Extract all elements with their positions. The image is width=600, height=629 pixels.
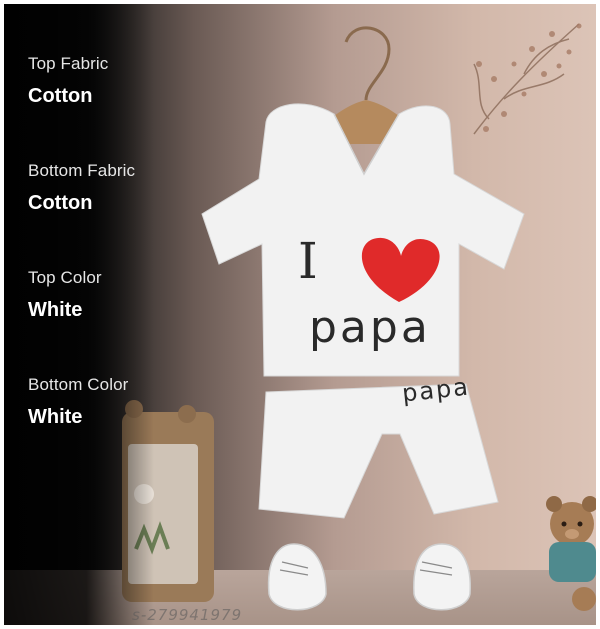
teddy-bear bbox=[546, 496, 596, 611]
spec-bottom-color: Bottom Color White bbox=[28, 375, 128, 429]
spec-label: Top Color bbox=[28, 268, 102, 287]
spec-top-color: Top Color White bbox=[28, 268, 102, 322]
shoes bbox=[267, 543, 471, 611]
spec-label: Bottom Fabric bbox=[28, 161, 136, 180]
spec-bottom-fabric: Bottom Fabric Cotton bbox=[28, 161, 135, 215]
spec-value: Cotton bbox=[28, 192, 93, 214]
spec-value: White bbox=[28, 299, 83, 321]
spec-label: Bottom Color bbox=[28, 375, 129, 394]
shorts bbox=[258, 383, 499, 519]
spec-value: Cotton bbox=[28, 85, 93, 107]
dried-flowers bbox=[473, 23, 580, 135]
spec-top-fabric: Top Fabric Cotton bbox=[28, 54, 108, 108]
spec-value: White bbox=[28, 406, 83, 428]
shirt-print-papa: papa bbox=[309, 302, 431, 353]
spec-label: Top Fabric bbox=[28, 54, 109, 73]
shirt-print-i: I bbox=[298, 232, 318, 290]
watermark-code: s-279941979 bbox=[132, 606, 243, 624]
hanger bbox=[344, 26, 391, 101]
product-image[interactable]: I papa papa Top Fabric Cotton Bottom Fab… bbox=[4, 4, 596, 625]
